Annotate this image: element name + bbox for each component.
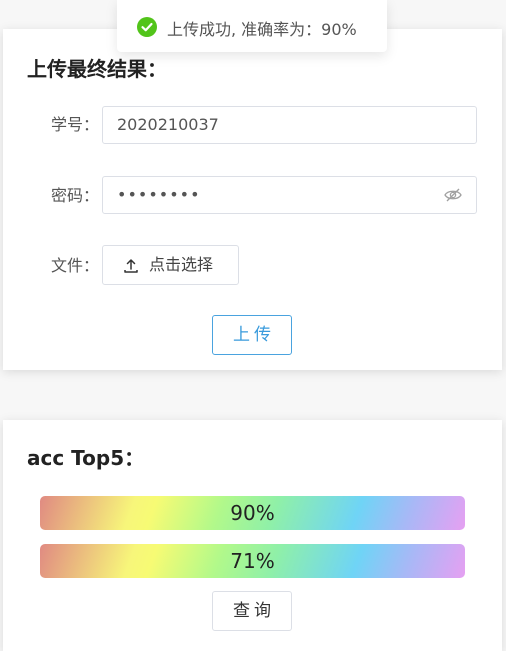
success-check-icon — [137, 17, 157, 37]
student-id-input[interactable]: 2020210037 — [102, 106, 477, 144]
choose-file-label: 点击选择 — [149, 255, 214, 274]
top5-card-title: acc Top5： — [27, 446, 145, 470]
result-bar-label: 71% — [230, 549, 275, 573]
password-value: •••••••• — [117, 185, 201, 204]
query-button[interactable]: 查询 — [212, 591, 292, 631]
page: 上传成功, 准确率为：90% 上传最终结果： 学号： 2020210037 密码… — [0, 0, 506, 651]
eye-off-icon[interactable] — [444, 187, 462, 203]
choose-file-button[interactable]: 点击选择 — [102, 245, 239, 285]
result-bar: 71% — [40, 544, 465, 578]
submit-button[interactable]: 上传 — [212, 315, 292, 355]
top5-card: acc Top5： 90% 71% 查询 — [3, 420, 502, 651]
file-label: 文件： — [51, 256, 100, 275]
result-bar: 90% — [40, 496, 465, 530]
upload-card: 上传最终结果： 学号： 2020210037 密码： •••••••• 文件： … — [3, 29, 502, 370]
password-input[interactable]: •••••••• — [102, 176, 477, 214]
upload-icon — [124, 259, 138, 273]
result-bar-label: 90% — [230, 501, 275, 525]
success-toast: 上传成功, 准确率为：90% — [117, 0, 387, 52]
upload-card-title: 上传最终结果： — [27, 57, 167, 81]
student-id-label: 学号： — [51, 115, 100, 134]
password-label: 密码： — [51, 186, 100, 205]
student-id-value: 2020210037 — [117, 115, 219, 134]
toast-message: 上传成功, 准确率为：90% — [167, 20, 357, 39]
